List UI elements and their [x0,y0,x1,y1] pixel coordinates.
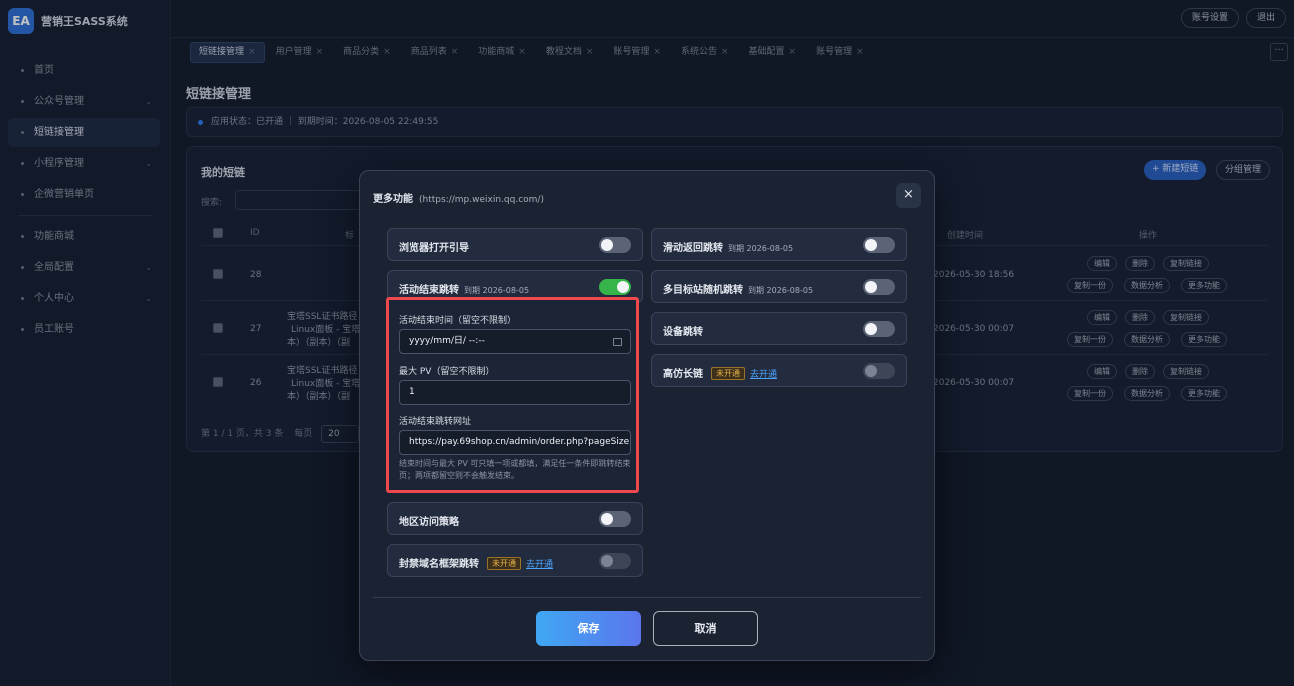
toggle-knob [601,555,613,567]
option-label: 活动结束跳转 到期 2026-08-05 [399,281,529,296]
max-pv-value: 1 [409,387,415,397]
region-policy-toggle[interactable] [599,511,631,527]
option-label-text: 多目标站随机跳转 [663,285,743,296]
option-label: 多目标站随机跳转 到期 2026-08-05 [663,281,813,296]
end-time-input[interactable]: yyyy/mm/日/ --:-- [399,329,631,354]
cancel-button[interactable]: 取消 [653,611,758,646]
redirect-url-input[interactable]: https://pay.69shop.cn/admin/order.php?pa… [399,430,631,455]
option-label: 高仿长链 未开通 去开通 [663,365,777,380]
end-time-label: 活动结束时间（留空不限制） [399,316,517,326]
option-label-text: 高仿长链 [663,369,703,380]
toggle-knob [617,281,629,293]
toggle-knob [601,513,613,525]
option-expiry: 到期 2026-08-05 [728,244,794,253]
option-label-text: 封禁域名框架跳转 [399,559,479,570]
max-pv-label: 最大 PV（留空不限制） [399,367,495,377]
option-region-policy: 地区访问策略 [387,502,643,535]
modal-divider [373,597,921,598]
option-multi-target: 多目标站随机跳转 到期 2026-08-05 [651,270,907,303]
not-activated-badge: 未开通 [487,557,521,570]
toggle-knob [865,281,877,293]
redirect-url-label: 活动结束跳转网址 [399,417,472,427]
activity-end-settings-panel: 活动结束时间（留空不限制） yyyy/mm/日/ --:-- 最大 PV（留空不… [386,297,639,493]
close-icon[interactable]: × [896,183,921,208]
option-anti-long-link: 高仿长链 未开通 去开通 [651,354,907,387]
browser-guide-toggle[interactable] [599,237,631,253]
save-button[interactable]: 保存 [536,611,641,646]
max-pv-input[interactable]: 1 [399,380,631,405]
option-device-jump: 设备跳转 [651,312,907,345]
activate-link[interactable]: 去开通 [750,370,777,380]
toggle-knob [865,323,877,335]
calendar-icon[interactable] [613,338,622,346]
toggle-knob [601,239,613,251]
activity-end-toggle[interactable] [599,279,631,295]
activity-end-hint: 结束时间与最大 PV 可只填一项或都填，满足任一条件即跳转结束页；两项都留空则不… [399,459,631,480]
device-jump-toggle[interactable] [863,321,895,337]
option-label: 封禁域名框架跳转 未开通 去开通 [399,555,553,570]
option-label: 浏览器打开引导 [399,243,469,254]
toggle-knob [865,239,877,251]
option-ban-domain: 封禁域名框架跳转 未开通 去开通 [387,544,643,577]
option-label: 设备跳转 [663,327,703,338]
option-expiry: 到期 2026-08-05 [464,286,530,295]
option-expiry: 到期 2026-08-05 [748,286,814,295]
option-slide-back: 滑动返回跳转 到期 2026-08-05 [651,228,907,261]
multi-target-toggle[interactable] [863,279,895,295]
slide-back-toggle[interactable] [863,237,895,253]
option-label-text: 活动结束跳转 [399,285,459,296]
option-label-text: 滑动返回跳转 [663,243,723,254]
option-label: 滑动返回跳转 到期 2026-08-05 [663,239,793,254]
activate-link[interactable]: 去开通 [526,560,553,570]
modal-title: 更多功能 (https://mp.weixin.qq.com/) [373,190,544,205]
ban-domain-toggle[interactable] [599,553,631,569]
option-label: 地区访问策略 [399,517,459,528]
toggle-knob [865,365,877,377]
anti-long-link-toggle[interactable] [863,363,895,379]
end-time-value: yyyy/mm/日/ --:-- [409,336,485,346]
not-activated-badge: 未开通 [711,367,745,380]
option-browser-guide: 浏览器打开引导 [387,228,643,261]
modal-title-text: 更多功能 [373,194,413,205]
modal-url: (https://mp.weixin.qq.com/) [419,195,544,205]
redirect-url-value: https://pay.69shop.cn/admin/order.php?pa… [409,437,631,447]
